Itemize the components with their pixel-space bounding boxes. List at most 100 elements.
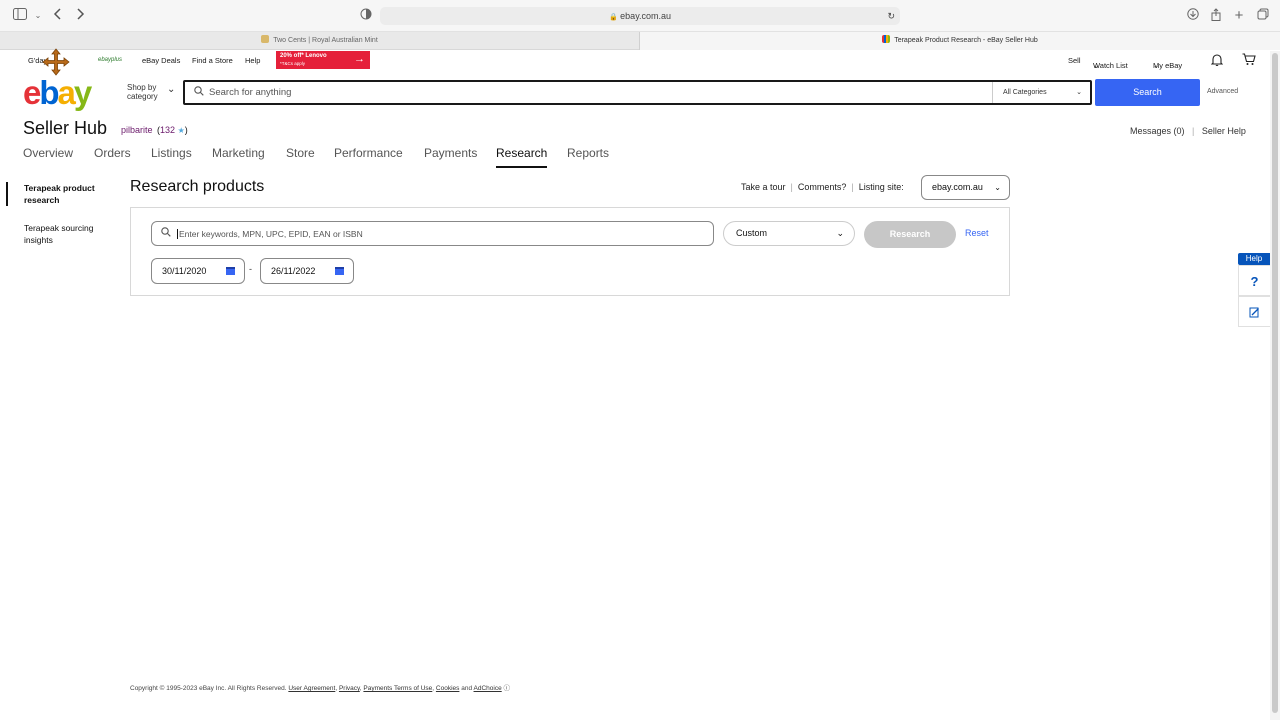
- bell-icon[interactable]: [1210, 53, 1224, 68]
- listing-site-select[interactable]: ebay.com.au ⌄: [921, 175, 1010, 200]
- logo-letter: y: [73, 74, 92, 111]
- url-bar[interactable]: 🔒 ebay.com.au ↻: [380, 7, 900, 25]
- feedback-button[interactable]: [1238, 296, 1270, 327]
- username-link[interactable]: pilbarite: [121, 125, 153, 135]
- promo-banner[interactable]: 20% off* Lenovo *T&Cs apply →: [276, 51, 370, 69]
- tab-research[interactable]: Research: [496, 146, 548, 168]
- global-search-input[interactable]: Search for anything All Categories ⌄: [183, 80, 1092, 105]
- user-info: pilbarite (132 ★): [121, 125, 188, 135]
- start-date-input[interactable]: 30/11/2020: [151, 258, 245, 284]
- calendar-icon[interactable]: [335, 267, 344, 275]
- tab-listings[interactable]: Listings: [151, 146, 192, 168]
- feedback-close: ): [184, 125, 188, 135]
- footer: Copyright © 1995-2023 eBay Inc. All Righ…: [130, 685, 511, 692]
- page-scrollbar[interactable]: [1270, 51, 1280, 720]
- chevron-right-icon[interactable]: [72, 8, 88, 24]
- category-select[interactable]: All Categories ⌄: [992, 82, 1090, 103]
- sidebar-item-product-research[interactable]: Terapeak product research: [6, 182, 116, 206]
- ebayplus-logo[interactable]: ebayplus: [98, 57, 122, 63]
- chevron-down-icon: ⌄: [167, 84, 176, 95]
- share-icon[interactable]: [1208, 8, 1224, 24]
- download-icon[interactable]: [1185, 8, 1201, 24]
- research-sidebar: Terapeak product research Terapeak sourc…: [6, 182, 116, 262]
- adchoice-link[interactable]: AdChoice: [474, 685, 502, 692]
- hub-right-links: Messages (0) | Seller Help: [1130, 126, 1246, 136]
- plus-icon[interactable]: +: [1231, 8, 1247, 24]
- tab-payments[interactable]: Payments: [424, 146, 477, 168]
- copyright: Copyright © 1995-2023 eBay Inc. All Righ…: [130, 685, 287, 692]
- star-icon: ★: [177, 126, 185, 135]
- ebay-favicon-icon: [882, 35, 891, 43]
- search-button[interactable]: Search: [1095, 79, 1200, 106]
- help-question-button[interactable]: ?: [1238, 265, 1270, 296]
- shop-by-category[interactable]: Shop by category ⌄: [127, 83, 175, 101]
- sidebar-item-sourcing-insights[interactable]: Terapeak sourcing insights: [6, 222, 116, 246]
- tab-orders[interactable]: Orders: [94, 146, 131, 168]
- tab-marketing[interactable]: Marketing: [212, 146, 265, 168]
- question-icon: ?: [1250, 274, 1259, 289]
- privacy-link[interactable]: Privacy: [339, 685, 360, 692]
- date-range-value: Custom: [736, 228, 768, 238]
- chevron-down-icon: ⌄: [994, 183, 1001, 192]
- reload-icon[interactable]: ↻: [887, 7, 895, 25]
- search-icon: [194, 86, 204, 99]
- chevron-down-icon: ⌄: [1093, 61, 1100, 70]
- tabs-icon[interactable]: [1255, 8, 1271, 24]
- cookies-link[interactable]: Cookies: [436, 685, 459, 692]
- deals-link[interactable]: eBay Deals: [142, 56, 180, 65]
- chevron-left-icon[interactable]: [50, 8, 66, 24]
- messages-link[interactable]: Messages (0): [1130, 126, 1185, 136]
- calendar-icon[interactable]: [226, 267, 235, 275]
- tab-terapeak[interactable]: Terapeak Product Research - eBay Seller …: [640, 32, 1280, 50]
- tab-overview[interactable]: Overview: [23, 146, 73, 168]
- tab-reports[interactable]: Reports: [567, 146, 609, 168]
- take-tour-link[interactable]: Take a tour: [741, 182, 786, 192]
- seller-help-link[interactable]: Seller Help: [1202, 126, 1246, 136]
- chevron-down-icon[interactable]: ⌄: [30, 8, 46, 24]
- keyword-search-input[interactable]: Enter keywords, MPN, UPC, EPID, EAN or I…: [151, 221, 714, 246]
- lock-icon: 🔒: [608, 14, 618, 21]
- payments-terms-link[interactable]: Payments Terms of Use: [363, 685, 432, 692]
- comments-link[interactable]: Comments?: [798, 182, 847, 192]
- chevron-down-icon: ⌄: [1076, 89, 1082, 96]
- category-select-value: All Categories: [1003, 89, 1047, 96]
- ebay-logo[interactable]: ebay: [23, 74, 92, 111]
- help-widget: Help ?: [1238, 253, 1270, 327]
- cart-icon[interactable]: [1242, 53, 1256, 68]
- help-link[interactable]: Help: [245, 56, 260, 65]
- tab-title: Two Cents | Royal Australian Mint: [273, 37, 378, 44]
- arrow-right-icon: →: [354, 53, 365, 65]
- tab-royal-mint[interactable]: Two Cents | Royal Australian Mint: [0, 32, 640, 50]
- shop-by-line2: category: [127, 92, 158, 101]
- logo-letter: a: [57, 74, 76, 111]
- research-button[interactable]: Research: [864, 221, 956, 248]
- find-store-link[interactable]: Find a Store: [192, 56, 233, 65]
- end-date-value: 26/11/2022: [271, 266, 316, 276]
- tab-bar: Two Cents | Royal Australian Mint Terape…: [0, 32, 1280, 50]
- tab-store[interactable]: Store: [286, 146, 315, 168]
- end-date-input[interactable]: 26/11/2022: [260, 258, 354, 284]
- shop-by-line1: Shop by: [127, 83, 157, 92]
- feedback-score[interactable]: 132: [160, 125, 175, 135]
- feedback-edit-icon: [1249, 305, 1260, 320]
- separator: |: [851, 182, 854, 192]
- tab-performance[interactable]: Performance: [334, 146, 403, 168]
- research-toolbar: Take a tour | Comments? | Listing site:: [741, 182, 904, 192]
- url-text: ebay.com.au: [620, 11, 672, 21]
- page-title: Seller Hub: [23, 118, 108, 138]
- and-text: and: [461, 685, 473, 692]
- research-title: Research products: [130, 178, 265, 195]
- global-top-nav: G'day ebayplus eBay Deals Find a Store H…: [0, 51, 1270, 70]
- adchoice-info-icon: ⓘ: [503, 685, 511, 692]
- chevron-down-icon: ⌄: [836, 228, 844, 238]
- date-separator: -: [249, 264, 252, 274]
- reset-link[interactable]: Reset: [965, 228, 989, 238]
- privacy-shield-icon[interactable]: [358, 8, 374, 24]
- help-label[interactable]: Help: [1238, 253, 1270, 265]
- user-agreement-link[interactable]: User Agreement: [288, 685, 335, 692]
- date-range-select[interactable]: Custom ⌄: [723, 221, 855, 246]
- scrollbar-thumb[interactable]: [1272, 53, 1278, 713]
- sell-link[interactable]: Sell: [1068, 56, 1081, 65]
- sidebar-icon[interactable]: [12, 8, 28, 24]
- advanced-search-link[interactable]: Advanced: [1207, 88, 1238, 95]
